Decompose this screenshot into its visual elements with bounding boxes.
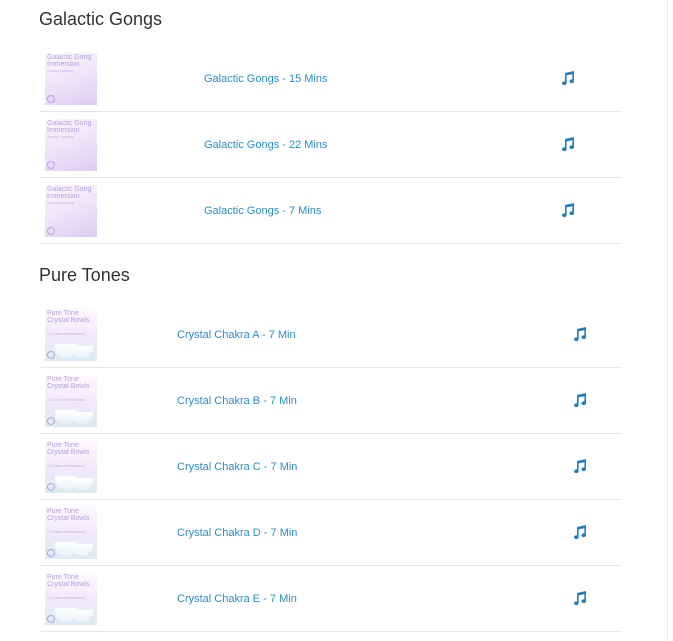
track-row: Pure Tone Crystal Bowls 7 Chakra Meditat… xyxy=(39,302,622,368)
track-title-link[interactable]: Crystal Chakra C - 7 Min xyxy=(177,461,297,473)
track-title-link[interactable]: Crystal Chakra B - 7 Min xyxy=(177,395,297,407)
album-cover-thumbnail[interactable]: Galactic Gong Immersion Sound Journey xyxy=(45,119,97,171)
track-title-link[interactable]: Crystal Chakra E - 7 Min xyxy=(177,593,297,605)
music-note-icon[interactable] xyxy=(560,70,576,86)
brand-logo-icon xyxy=(47,483,55,491)
cover-subtitle-text: 7 Chakra Meditations xyxy=(47,529,85,534)
music-note-icon[interactable] xyxy=(560,202,576,218)
cover-subtitle-text: Sound Journey xyxy=(47,200,74,205)
album-cover-thumbnail[interactable]: Pure Tone Crystal Bowls 7 Chakra Meditat… xyxy=(45,507,97,559)
cover-subtitle-text: 7 Chakra Meditations xyxy=(47,397,85,402)
music-note-icon[interactable] xyxy=(560,136,576,152)
track-row: Galactic Gong Immersion Sound Journey Ga… xyxy=(39,178,622,244)
brand-logo-icon xyxy=(47,351,55,359)
cover-title-text: Galactic Gong Immersion xyxy=(47,54,92,68)
album-cover-thumbnail[interactable]: Pure Tone Crystal Bowls 7 Chakra Meditat… xyxy=(45,375,97,427)
brand-logo-icon xyxy=(47,615,55,623)
section-title-galactic-gongs: Galactic Gongs xyxy=(39,9,163,29)
track-title-link[interactable]: Galactic Gongs - 7 Mins xyxy=(204,205,321,217)
track-title-link[interactable]: Galactic Gongs - 22 Mins xyxy=(204,139,328,151)
cover-title-text: Galactic Gong Immersion xyxy=(47,186,92,200)
cover-title-text: Pure Tone Crystal Bowls xyxy=(47,376,90,390)
cover-subtitle-text: 7 Chakra Meditations xyxy=(47,595,85,600)
cover-subtitle-text: Sound Journey xyxy=(47,134,74,139)
cover-subtitle-text: 7 Chakra Meditations xyxy=(47,331,85,336)
cover-title-text: Pure Tone Crystal Bowls xyxy=(47,310,90,324)
music-note-icon[interactable] xyxy=(572,590,588,606)
album-cover-thumbnail[interactable]: Pure Tone Crystal Bowls 7 Chakra Meditat… xyxy=(45,573,97,625)
track-title-link[interactable]: Crystal Chakra A - 7 Min xyxy=(177,329,296,341)
section-title-pure-tones: Pure Tones xyxy=(39,265,130,285)
track-row: Pure Tone Crystal Bowls 7 Chakra Meditat… xyxy=(39,500,622,566)
brand-logo-icon xyxy=(47,417,55,425)
panel-right-border xyxy=(667,0,668,641)
cover-title-text: Pure Tone Crystal Bowls xyxy=(47,574,90,588)
cover-subtitle-text: 7 Chakra Meditations xyxy=(47,463,85,468)
music-note-icon[interactable] xyxy=(572,392,588,408)
album-cover-thumbnail[interactable]: Galactic Gong Immersion Sound Journey xyxy=(45,185,97,237)
album-cover-thumbnail[interactable]: Galactic Gong Immersion Sound Journey xyxy=(45,53,97,105)
cover-title-text: Pure Tone Crystal Bowls xyxy=(47,442,90,456)
track-row: Pure Tone Crystal Bowls 7 Chakra Meditat… xyxy=(39,566,622,632)
track-row: Galactic Gong Immersion Sound Journey Ga… xyxy=(39,46,622,112)
track-title-link[interactable]: Galactic Gongs - 15 Mins xyxy=(204,73,328,85)
cover-subtitle-text: Sound Journey xyxy=(47,68,74,73)
cover-title-text: Galactic Gong Immersion xyxy=(47,120,92,134)
album-cover-thumbnail[interactable]: Pure Tone Crystal Bowls 7 Chakra Meditat… xyxy=(45,309,97,361)
brand-logo-icon xyxy=(47,161,55,169)
track-title-link[interactable]: Crystal Chakra D - 7 Min xyxy=(177,527,297,539)
music-note-icon[interactable] xyxy=(572,458,588,474)
cover-title-text: Pure Tone Crystal Bowls xyxy=(47,508,90,522)
track-row: Galactic Gong Immersion Sound Journey Ga… xyxy=(39,112,622,178)
brand-logo-icon xyxy=(47,95,55,103)
brand-logo-icon xyxy=(47,227,55,235)
album-cover-thumbnail[interactable]: Pure Tone Crystal Bowls 7 Chakra Meditat… xyxy=(45,441,97,493)
track-row: Pure Tone Crystal Bowls 7 Chakra Meditat… xyxy=(39,368,622,434)
music-note-icon[interactable] xyxy=(572,524,588,540)
track-row: Pure Tone Crystal Bowls 7 Chakra Meditat… xyxy=(39,434,622,500)
music-note-icon[interactable] xyxy=(572,326,588,342)
brand-logo-icon xyxy=(47,549,55,557)
